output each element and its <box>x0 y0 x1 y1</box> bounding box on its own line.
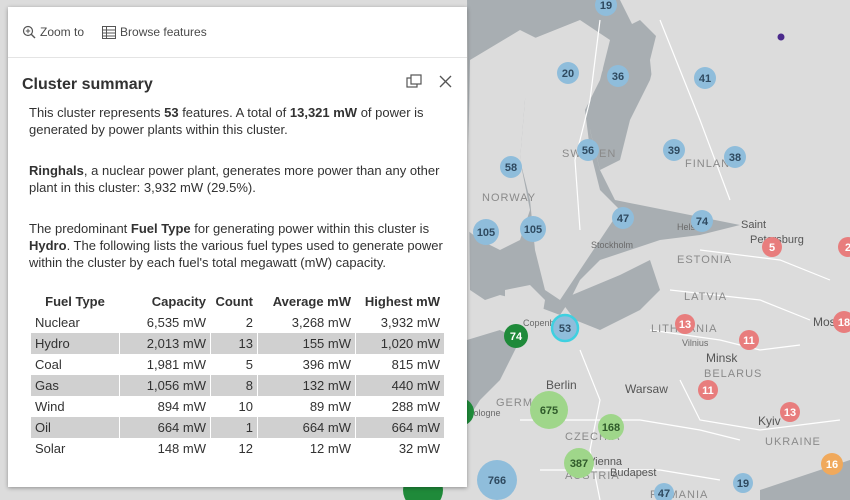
cluster-marker[interactable]: 168 <box>598 414 624 440</box>
city-stockholm: Stockholm <box>591 240 633 250</box>
cluster-marker[interactable]: 39 <box>663 139 685 161</box>
popup-toolbar: Zoom to Browse features <box>8 7 467 58</box>
cluster-marker[interactable]: 58 <box>500 156 522 178</box>
label-estonia: ESTONIA <box>677 254 732 266</box>
svg-text:47: 47 <box>658 488 670 500</box>
intro-text: This cluster represents 53 features. A t… <box>29 105 424 137</box>
cluster-marker[interactable]: 36 <box>607 65 629 87</box>
cluster-marker[interactable]: 13 <box>675 314 695 334</box>
table-row: Hydro 2,013 mW 13 155 mW 1,020 mW <box>31 333 444 354</box>
cluster-marker[interactable]: 20 <box>557 62 579 84</box>
svg-text:74: 74 <box>510 331 523 343</box>
browse-features-button[interactable]: Browse features <box>102 25 207 39</box>
label-latvia: LATVIA <box>684 291 727 303</box>
svg-text:13: 13 <box>679 319 691 331</box>
zoom-to-label: Zoom to <box>40 25 85 39</box>
svg-text:5: 5 <box>769 242 775 254</box>
table-row: Oil 664 mW 1 664 mW 664 mW <box>31 417 444 438</box>
popup-header: Cluster summary <box>8 58 467 104</box>
svg-text:38: 38 <box>729 152 741 164</box>
browse-features-label: Browse features <box>120 25 207 39</box>
city-berlin: Berlin <box>546 378 577 392</box>
cluster-marker[interactable]: 11 <box>739 330 759 350</box>
cluster-marker[interactable]: 56 <box>577 139 599 161</box>
fuel-type-text: The predominant Fuel Type for generating… <box>29 221 443 270</box>
table-row: Gas 1,056 mW 8 132 mW 440 mW <box>31 375 444 396</box>
table-icon <box>102 25 117 39</box>
col-highest: Highest mW <box>355 291 444 312</box>
table-row: Wind 894 mW 10 89 mW 288 mW <box>31 396 444 417</box>
table-row: Nuclear 6,535 mW 2 3,268 mW 3,932 mW <box>31 312 444 333</box>
svg-text:168: 168 <box>602 422 620 434</box>
cluster-marker[interactable]: 5 <box>762 237 782 257</box>
cluster-marker[interactable]: 19 <box>733 473 753 493</box>
cluster-marker-selected[interactable]: 53 <box>550 313 580 343</box>
svg-text:20: 20 <box>562 68 574 80</box>
cluster-marker[interactable]: 74 <box>691 210 713 232</box>
city-kyiv: Kyiv <box>758 414 781 428</box>
cluster-marker[interactable]: 38 <box>724 146 746 168</box>
cluster-marker[interactable]: 105 <box>473 219 499 245</box>
svg-text:675: 675 <box>540 405 558 417</box>
cluster-marker[interactable]: 11 <box>698 380 718 400</box>
city-vilnius: Vilnius <box>682 338 709 348</box>
svg-text:105: 105 <box>524 224 542 236</box>
table-row: Solar 148 mW 12 12 mW 32 mW <box>31 438 444 459</box>
svg-text:766: 766 <box>488 475 506 487</box>
svg-text:74: 74 <box>696 216 709 228</box>
popup-content: This cluster represents 53 features. A t… <box>8 104 467 459</box>
label-ukraine: UKRAINE <box>765 436 821 448</box>
popup-title: Cluster summary <box>22 76 153 93</box>
cluster-marker[interactable]: 13 <box>780 402 800 422</box>
top-plant-text: Ringhals, a nuclear power plant, generat… <box>29 163 440 195</box>
cluster-marker[interactable]: 105 <box>520 216 546 242</box>
dock-icon[interactable] <box>406 74 422 88</box>
svg-text:36: 36 <box>612 71 624 83</box>
city-minsk: Minsk <box>706 351 738 365</box>
point-marker <box>777 33 785 41</box>
close-icon[interactable] <box>439 75 452 88</box>
popup-panel: Zoom to Browse features Cluster summary … <box>8 7 467 487</box>
svg-text:39: 39 <box>668 145 680 157</box>
city-moscow: Mos <box>813 315 836 329</box>
svg-text:41: 41 <box>699 73 711 85</box>
svg-text:11: 11 <box>743 335 755 347</box>
svg-text:56: 56 <box>582 145 594 157</box>
svg-text:2: 2 <box>845 242 850 254</box>
label-belarus: BELARUS <box>704 368 762 380</box>
svg-text:19: 19 <box>600 0 612 12</box>
zoom-to-button[interactable]: Zoom to <box>22 25 84 39</box>
cluster-marker[interactable]: 675 <box>530 391 568 429</box>
city-warsaw: Warsaw <box>625 382 668 396</box>
svg-text:105: 105 <box>477 227 495 239</box>
svg-text:18: 18 <box>838 317 850 329</box>
svg-text:47: 47 <box>617 213 629 225</box>
city-budapest: Budapest <box>610 467 656 479</box>
svg-text:11: 11 <box>702 385 714 397</box>
col-count: Count <box>210 291 258 312</box>
cluster-marker[interactable]: 47 <box>612 207 634 229</box>
col-fuel-type: Fuel Type <box>45 294 105 309</box>
svg-text:16: 16 <box>826 459 838 471</box>
col-average: Average mW <box>257 291 356 312</box>
cluster-marker[interactable]: 766 <box>477 460 517 500</box>
svg-text:53: 53 <box>559 323 571 335</box>
label-norway: NORWAY <box>482 192 536 204</box>
svg-text:387: 387 <box>570 458 588 470</box>
fuel-table: Fuel Type Capacity Count Average mW High… <box>31 291 444 459</box>
table-header-row: Fuel Type Capacity Count Average mW High… <box>31 291 444 312</box>
svg-text:13: 13 <box>784 407 796 419</box>
cluster-marker[interactable]: 41 <box>694 67 716 89</box>
table-row: Coal 1,981 mW 5 396 mW 815 mW <box>31 354 444 375</box>
cluster-marker[interactable]: 74 <box>504 324 528 348</box>
cluster-marker[interactable]: 16 <box>821 453 843 475</box>
city-saint-petersburg: Saint <box>741 219 766 231</box>
zoom-in-icon <box>22 25 36 39</box>
svg-text:58: 58 <box>505 162 517 174</box>
col-capacity: Capacity <box>119 291 211 312</box>
cluster-marker[interactable]: 387 <box>564 448 594 478</box>
svg-text:19: 19 <box>737 478 749 490</box>
